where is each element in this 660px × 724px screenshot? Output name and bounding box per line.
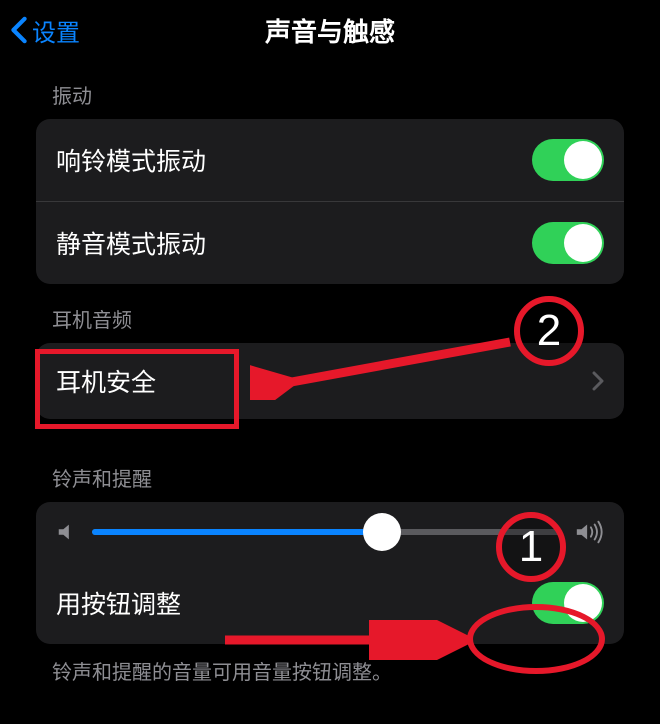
page-title: 声音与触感: [265, 12, 395, 49]
toggle-silent-vibrate[interactable]: [532, 222, 604, 264]
section-header-headphone: 耳机音频: [0, 284, 660, 343]
toggle-knob: [564, 224, 602, 262]
slider-thumb[interactable]: [363, 513, 401, 551]
toggle-button-adjust[interactable]: [532, 582, 604, 624]
row-volume-slider: [36, 502, 624, 562]
section-header-vibration: 振动: [0, 60, 660, 119]
volume-slider[interactable]: [92, 529, 560, 535]
back-button[interactable]: 设置: [10, 13, 80, 48]
row-label: 响铃模式振动: [56, 142, 206, 178]
chevron-left-icon: [10, 16, 28, 44]
speaker-high-icon: [574, 520, 604, 544]
group-ringer: 用按钮调整: [36, 502, 624, 644]
slider-fill: [92, 529, 382, 535]
toggle-knob: [564, 584, 602, 622]
toggle-knob: [564, 141, 602, 179]
section-header-ringer: 铃声和提醒: [0, 419, 660, 502]
chevron-right-icon: [592, 371, 604, 391]
row-headphone-safety[interactable]: 耳机安全: [36, 343, 624, 419]
row-label: 用按钮调整: [56, 585, 181, 621]
footer-note: 铃声和提醒的音量可用音量按钮调整。: [0, 644, 660, 697]
back-label: 设置: [32, 13, 80, 48]
row-ring-vibrate[interactable]: 响铃模式振动: [36, 119, 624, 201]
speaker-low-icon: [56, 521, 78, 543]
group-vibration: 响铃模式振动 静音模式振动: [36, 119, 624, 284]
row-label: 耳机安全: [56, 363, 156, 399]
row-silent-vibrate[interactable]: 静音模式振动: [36, 201, 624, 284]
nav-header: 设置 声音与触感: [0, 0, 660, 60]
toggle-ring-vibrate[interactable]: [532, 139, 604, 181]
group-headphone: 耳机安全: [36, 343, 624, 419]
row-label: 静音模式振动: [56, 225, 206, 261]
row-button-adjust[interactable]: 用按钮调整: [36, 562, 624, 644]
